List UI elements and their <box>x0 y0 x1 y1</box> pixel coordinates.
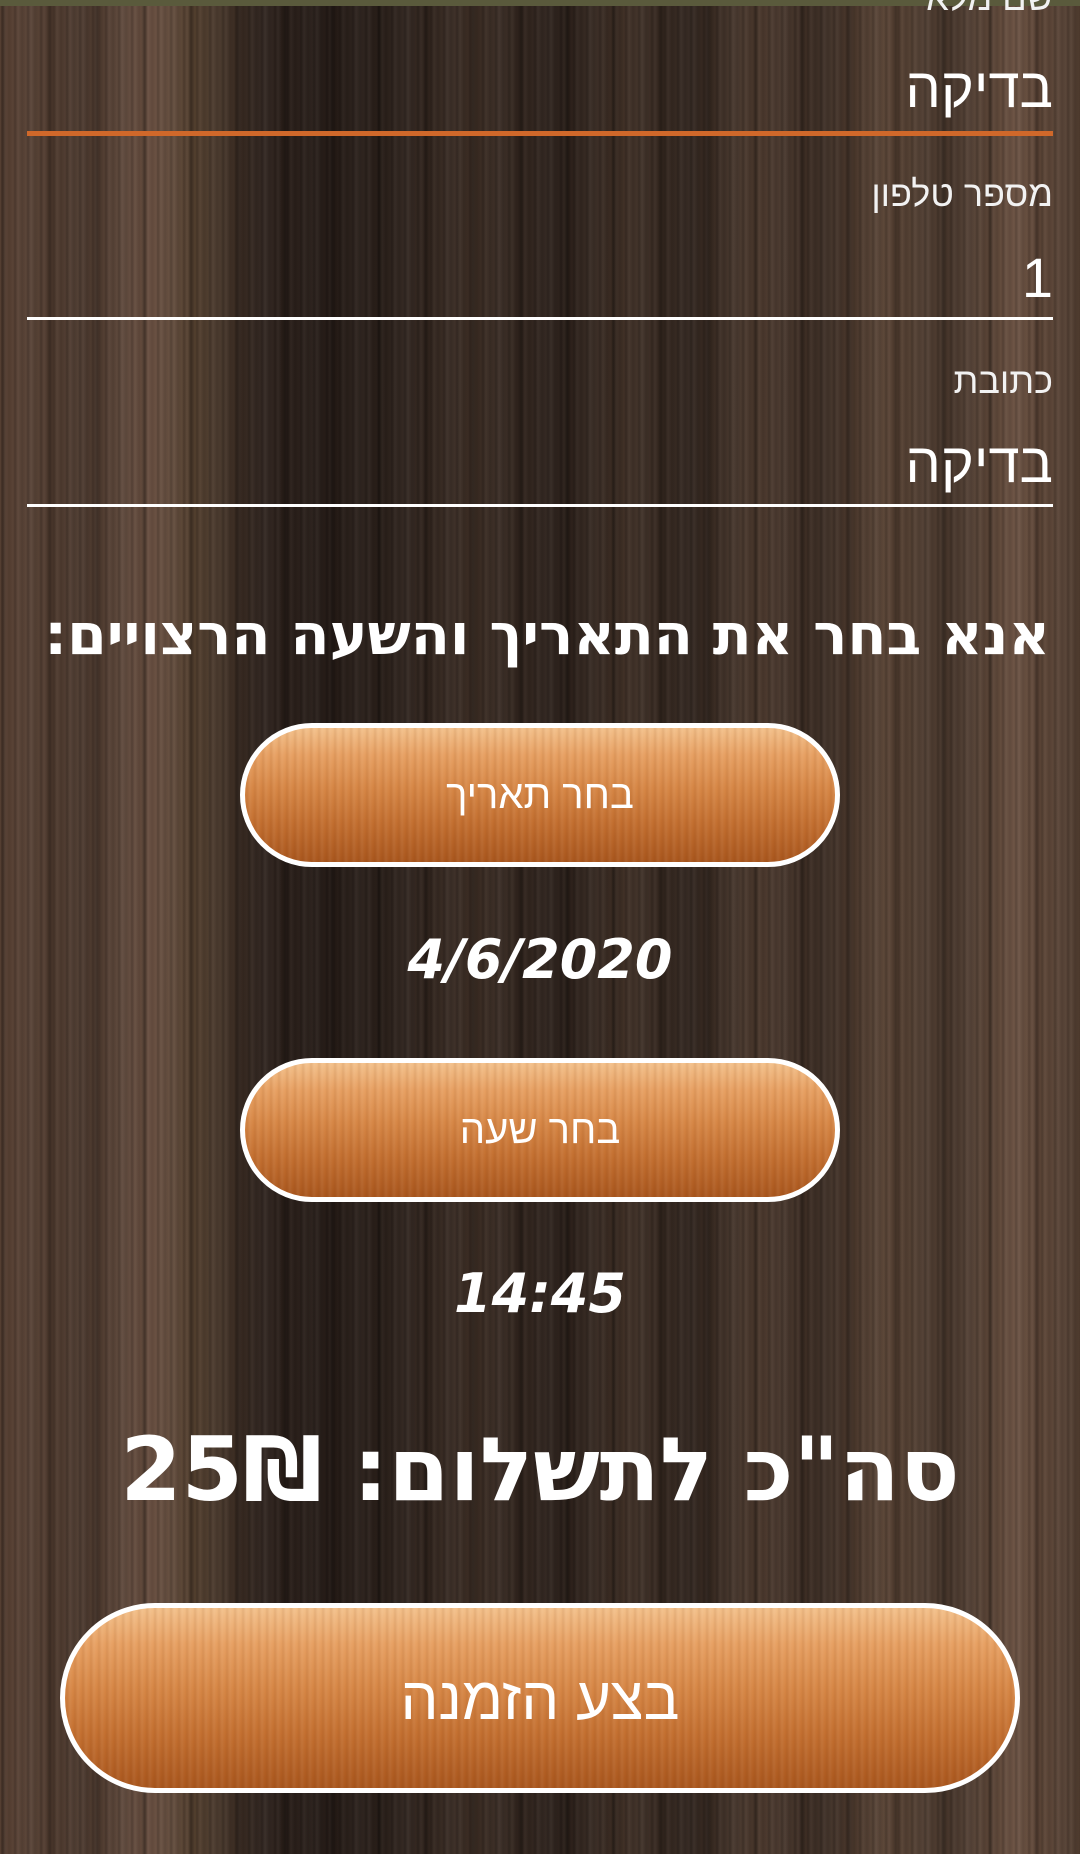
selected-time: 14:45 <box>454 1262 626 1325</box>
phone-field[interactable]: מספר טלפון 1 <box>27 170 1053 322</box>
phone-field-value[interactable]: 1 <box>1022 248 1053 308</box>
name-field-label: שם מלא <box>926 0 1053 18</box>
phone-field-underline <box>27 317 1053 320</box>
pick-time-button[interactable]: בחר שעה <box>240 1058 840 1202</box>
place-order-button[interactable]: בצע הזמנה <box>60 1603 1020 1793</box>
phone-field-label: מספר טלפון <box>871 173 1053 214</box>
place-order-button-label: בצע הזמנה <box>400 1664 680 1732</box>
pick-time-button-label: בחר שעה <box>459 1107 621 1152</box>
date-time-heading: אנא בחר את התאריך והשעה הרצויים: <box>44 602 1050 668</box>
pick-date-button-label: בחר תאריך <box>446 772 634 817</box>
selected-date: 4/6/2020 <box>407 928 673 991</box>
name-field[interactable]: שם מלא בדיקה <box>27 0 1053 140</box>
address-field-value[interactable]: בדיקה <box>905 433 1053 493</box>
name-field-underline <box>27 131 1053 136</box>
name-field-value[interactable]: בדיקה <box>905 58 1053 118</box>
address-field-label: כתובת <box>953 360 1053 401</box>
pick-date-button[interactable]: בחר תאריך <box>240 723 840 867</box>
address-field[interactable]: כתובת בדיקה <box>27 357 1053 509</box>
total-to-pay: סה"כ לתשלום: 25₪ <box>120 1418 960 1521</box>
address-field-underline <box>27 504 1053 507</box>
